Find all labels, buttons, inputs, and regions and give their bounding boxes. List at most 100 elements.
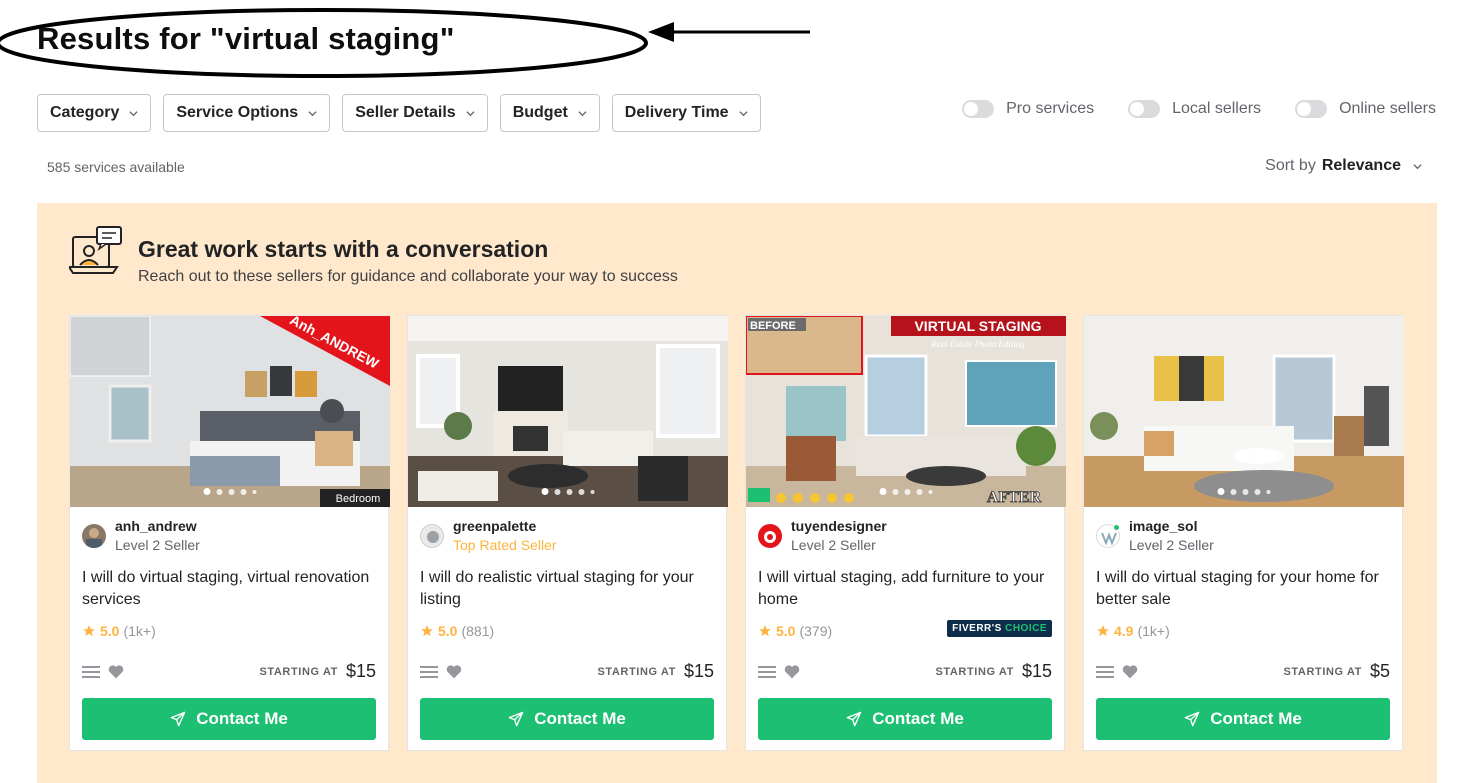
- chevron-down-icon: [578, 110, 587, 116]
- annotation-arrow-icon: [648, 22, 810, 42]
- badge-highlight: CHOICE: [1005, 623, 1047, 634]
- avatar[interactable]: [1096, 524, 1120, 548]
- image-before: BEFORE: [750, 320, 796, 332]
- star-icon: [1097, 625, 1109, 637]
- title-annotation: Results for "virtual staging": [0, 0, 660, 82]
- badge-text: FIVERR'S: [952, 623, 1002, 634]
- filter-label: Service Options: [176, 104, 299, 121]
- seller-info: anh_andrew Level 2 Seller: [82, 518, 200, 555]
- price-value: $15: [1021, 661, 1052, 681]
- seller-name[interactable]: image_sol: [1129, 518, 1214, 535]
- toggle-switch[interactable]: [962, 100, 995, 118]
- toggle-label: Local sellers: [1172, 100, 1262, 117]
- gig-title[interactable]: I will do realistic virtual staging for …: [420, 567, 710, 611]
- gig-image[interactable]: BEFORE VIRTUAL STAGING Real Estate Photo…: [746, 316, 1066, 507]
- star-icon: [83, 625, 95, 637]
- filter-service-options[interactable]: Service Options: [163, 94, 331, 132]
- gig-card[interactable]: greenpalette Top Rated Seller I will do …: [407, 315, 728, 751]
- toggle-pro-services[interactable]: Pro services: [962, 100, 1094, 118]
- send-icon: [846, 711, 862, 727]
- price-label: STARTING AT: [597, 665, 676, 678]
- toggle-label: Online sellers: [1339, 100, 1436, 117]
- contact-me-button[interactable]: Contact Me: [758, 698, 1052, 740]
- gig-image[interactable]: [408, 316, 728, 507]
- chevron-down-icon: [738, 110, 748, 116]
- rating: 5.0 (1k+): [82, 623, 156, 639]
- seller-name[interactable]: anh_andrew: [115, 518, 200, 535]
- rating-score: 4.9: [1114, 623, 1134, 639]
- price-label: STARTING AT: [259, 665, 338, 678]
- carousel-dots[interactable]: [541, 488, 595, 495]
- seller-level: Level 2 Seller: [115, 537, 200, 553]
- sort-dropdown[interactable]: Sort by Relevance: [1265, 157, 1422, 175]
- heart-icon[interactable]: [784, 664, 800, 679]
- online-indicator: [1113, 524, 1120, 531]
- chevron-down-icon: [1413, 163, 1422, 169]
- toggle-online-sellers[interactable]: Online sellers: [1295, 100, 1436, 118]
- rating: 4.9 (1k+): [1096, 623, 1170, 639]
- filter-category[interactable]: Category: [37, 94, 152, 132]
- seller-name[interactable]: greenpalette: [453, 518, 557, 535]
- card-footer: STARTING AT $15: [420, 661, 714, 682]
- filter-budget[interactable]: Budget: [499, 94, 600, 132]
- contact-label: Contact Me: [196, 709, 288, 728]
- contact-me-button[interactable]: Contact Me: [1096, 698, 1390, 740]
- rating-score: 5.0: [776, 623, 796, 639]
- seller-level: Top Rated Seller: [453, 537, 557, 553]
- avatar[interactable]: [420, 524, 444, 548]
- contact-me-button[interactable]: Contact Me: [82, 698, 376, 740]
- gig-image[interactable]: Anh_ANDREW Bedroom: [70, 316, 390, 507]
- carousel-dots[interactable]: [203, 488, 257, 495]
- heart-icon[interactable]: [446, 664, 462, 679]
- contact-me-button[interactable]: Contact Me: [420, 698, 714, 740]
- conversation-icon: [69, 226, 122, 274]
- gig-title[interactable]: I will do virtual staging for your home …: [1096, 567, 1386, 611]
- conversation-banner: Great work starts with a conversation Re…: [37, 203, 1437, 783]
- rating-count: (1k+): [123, 623, 156, 639]
- list-icon[interactable]: [758, 665, 776, 679]
- price-value: $5: [1369, 661, 1390, 681]
- list-icon[interactable]: [1096, 665, 1114, 679]
- rating: 5.0 (379): [758, 623, 832, 639]
- chevron-down-icon: [308, 110, 317, 116]
- contact-label: Contact Me: [872, 709, 964, 728]
- gig-title[interactable]: I will virtual staging, add furniture to…: [758, 567, 1048, 611]
- gig-card[interactable]: BEFORE VIRTUAL STAGING Real Estate Photo…: [745, 315, 1066, 751]
- list-icon[interactable]: [420, 665, 438, 679]
- gig-title[interactable]: I will do virtual staging, virtual renov…: [82, 567, 372, 611]
- seller-level: Level 2 Seller: [1129, 537, 1214, 553]
- send-icon: [1184, 711, 1200, 727]
- gig-card[interactable]: Anh_ANDREW Bedroom anh_andrew Level 2 Se…: [69, 315, 390, 751]
- contact-label: Contact Me: [1210, 709, 1302, 728]
- fiverrs-choice-badge: FIVERR'S CHOICE: [947, 620, 1052, 637]
- chevron-down-icon: [129, 110, 138, 116]
- seller-name[interactable]: tuyendesigner: [791, 518, 887, 535]
- banner-subtitle: Reach out to these sellers for guidance …: [138, 268, 678, 285]
- avatar[interactable]: [82, 524, 106, 548]
- gig-card[interactable]: image_sol Level 2 Seller I will do virtu…: [1083, 315, 1404, 751]
- filter-delivery-time[interactable]: Delivery Time: [611, 94, 761, 132]
- heart-icon[interactable]: [1122, 664, 1138, 679]
- toggle-switch[interactable]: [1295, 100, 1328, 118]
- avatar[interactable]: [758, 524, 782, 548]
- carousel-dots[interactable]: [879, 488, 933, 495]
- toggle-local-sellers[interactable]: Local sellers: [1128, 100, 1261, 118]
- filter-label: Category: [50, 104, 120, 121]
- toggle-switch[interactable]: [1128, 100, 1161, 118]
- carousel-dots[interactable]: [1217, 488, 1271, 495]
- send-icon: [508, 711, 524, 727]
- heart-icon[interactable]: [108, 664, 124, 679]
- filter-label: Budget: [512, 104, 568, 121]
- seller-level: Level 2 Seller: [791, 537, 876, 553]
- rating: 5.0 (881): [420, 623, 494, 639]
- filter-seller-details[interactable]: Seller Details: [342, 94, 488, 132]
- image-caption: Bedroom: [336, 493, 381, 505]
- price-label: STARTING AT: [1283, 665, 1362, 678]
- rating-count: (881): [461, 623, 495, 639]
- price-value: $15: [683, 661, 714, 681]
- rating-score: 5.0: [438, 623, 458, 639]
- seller-cards: Anh_ANDREW Bedroom anh_andrew Level 2 Se…: [69, 315, 1404, 751]
- list-icon[interactable]: [82, 665, 100, 679]
- image-subtitle: Real Estate Photo Editing: [930, 339, 1025, 349]
- gig-image[interactable]: [1084, 316, 1404, 507]
